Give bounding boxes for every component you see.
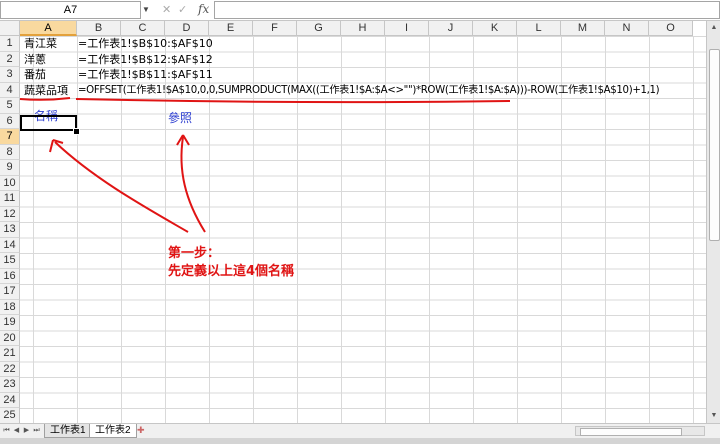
column-header-n[interactable]: N: [605, 21, 649, 36]
column-header-o[interactable]: O: [649, 21, 693, 36]
column-header-j[interactable]: J: [429, 21, 473, 36]
insert-function-icon[interactable]: fx: [198, 2, 209, 16]
row-header-21[interactable]: 21: [0, 346, 20, 362]
column-header-f[interactable]: F: [253, 21, 297, 36]
cell-b1[interactable]: =工作表1!$B$10:$AF$10: [78, 36, 213, 51]
column-header-c[interactable]: C: [121, 21, 165, 36]
column-header-k[interactable]: K: [473, 21, 517, 36]
row-header-2[interactable]: 2: [0, 51, 20, 67]
status-bar: [0, 438, 720, 444]
cell-a2[interactable]: 洋蔥: [24, 52, 46, 67]
formula-bar: A7 ▼ ✕ ✓ fx: [0, 0, 720, 21]
next-sheet-icon[interactable]: ▶: [22, 425, 31, 437]
row-header-8[interactable]: 8: [0, 144, 20, 160]
formula-input[interactable]: [214, 1, 720, 19]
selected-cell-a7[interactable]: [20, 115, 77, 131]
row-header-22[interactable]: 22: [0, 361, 20, 377]
column-header-l[interactable]: L: [517, 21, 561, 36]
sheet-tab-1[interactable]: 工作表1: [44, 424, 92, 438]
column-header-i[interactable]: I: [385, 21, 429, 36]
step-text-annotation: 先定義以上這4個名稱: [168, 264, 295, 279]
vertical-scrollbar[interactable]: ▲ ▼: [706, 21, 720, 423]
column-header-e[interactable]: E: [209, 21, 253, 36]
column-header-m[interactable]: M: [561, 21, 605, 36]
row-header-12[interactable]: 12: [0, 206, 20, 222]
row-header-7[interactable]: 7: [0, 129, 20, 145]
row-header-16[interactable]: 16: [0, 268, 20, 284]
column-header-d[interactable]: D: [165, 21, 209, 36]
name-box-dropdown-icon[interactable]: ▼: [142, 3, 152, 17]
row-header-13[interactable]: 13: [0, 222, 20, 238]
row-header-25[interactable]: 25: [0, 408, 20, 423]
sheet-tab-bar: ⏮ ◀ ▶ ⏭ 工作表1 工作表2 ✚: [0, 423, 720, 438]
cell-b3[interactable]: =工作表1!$B$11:$AF$11: [78, 67, 213, 82]
row-header-19[interactable]: 19: [0, 315, 20, 331]
spreadsheet-grid: ABCDEFGHIJKLMNO 1 2 3 4 5 6 7 8 9 10 11 12 13 14 15 16 1…: [0, 21, 706, 423]
row-header-3[interactable]: 3: [0, 67, 20, 83]
cell-a4[interactable]: 蔬菜品項: [24, 83, 68, 98]
row-header-11[interactable]: 11: [0, 191, 20, 207]
select-all-button[interactable]: [0, 21, 20, 36]
row-header-5[interactable]: 5: [0, 98, 20, 114]
row-header-15[interactable]: 15: [0, 253, 20, 269]
horizontal-scrollbar[interactable]: [575, 426, 705, 436]
fill-handle[interactable]: [73, 128, 80, 135]
row-header-18[interactable]: 18: [0, 299, 20, 315]
column-header-h[interactable]: H: [341, 21, 385, 36]
column-header-b[interactable]: B: [77, 21, 121, 36]
reference-annotation: 參照: [168, 111, 193, 125]
name-box[interactable]: A7: [0, 1, 141, 19]
step-title-annotation: 第一步：: [168, 246, 221, 261]
insert-sheet-icon[interactable]: ✚: [137, 425, 149, 436]
row-header-23[interactable]: 23: [0, 377, 20, 393]
cell-a1[interactable]: 青江菜: [24, 36, 57, 51]
cell-a3[interactable]: 番茄: [24, 67, 46, 82]
cell-b4[interactable]: =OFFSET(工作表1!$A$10,0,0,SUMPRODUCT(MAX((工…: [78, 83, 660, 98]
scroll-up-icon[interactable]: ▲: [708, 22, 720, 34]
row-header-6[interactable]: 6: [0, 113, 20, 129]
prev-sheet-icon[interactable]: ◀: [12, 425, 21, 437]
column-header-g[interactable]: G: [297, 21, 341, 36]
row-header-9[interactable]: 9: [0, 160, 20, 176]
scroll-down-icon[interactable]: ▼: [708, 410, 720, 422]
sheet-tab-2[interactable]: 工作表2: [89, 424, 137, 438]
row-header-24[interactable]: 24: [0, 392, 20, 408]
horizontal-scroll-thumb[interactable]: [580, 428, 682, 436]
first-sheet-icon[interactable]: ⏮: [2, 425, 11, 437]
row-header-4[interactable]: 4: [0, 82, 20, 98]
row-header-14[interactable]: 14: [0, 237, 20, 253]
cancel-icon[interactable]: ✕: [162, 3, 171, 16]
column-header-a[interactable]: A: [20, 21, 77, 36]
last-sheet-icon[interactable]: ⏭: [32, 425, 41, 437]
cell-b2[interactable]: =工作表1!$B$12:$AF$12: [78, 52, 213, 67]
row-header-1[interactable]: 1: [0, 36, 20, 52]
row-header-20[interactable]: 20: [0, 330, 20, 346]
row-header-10[interactable]: 10: [0, 175, 20, 191]
enter-icon[interactable]: ✓: [178, 3, 187, 16]
row-header-17[interactable]: 17: [0, 284, 20, 300]
vertical-scroll-thumb[interactable]: [709, 49, 720, 241]
